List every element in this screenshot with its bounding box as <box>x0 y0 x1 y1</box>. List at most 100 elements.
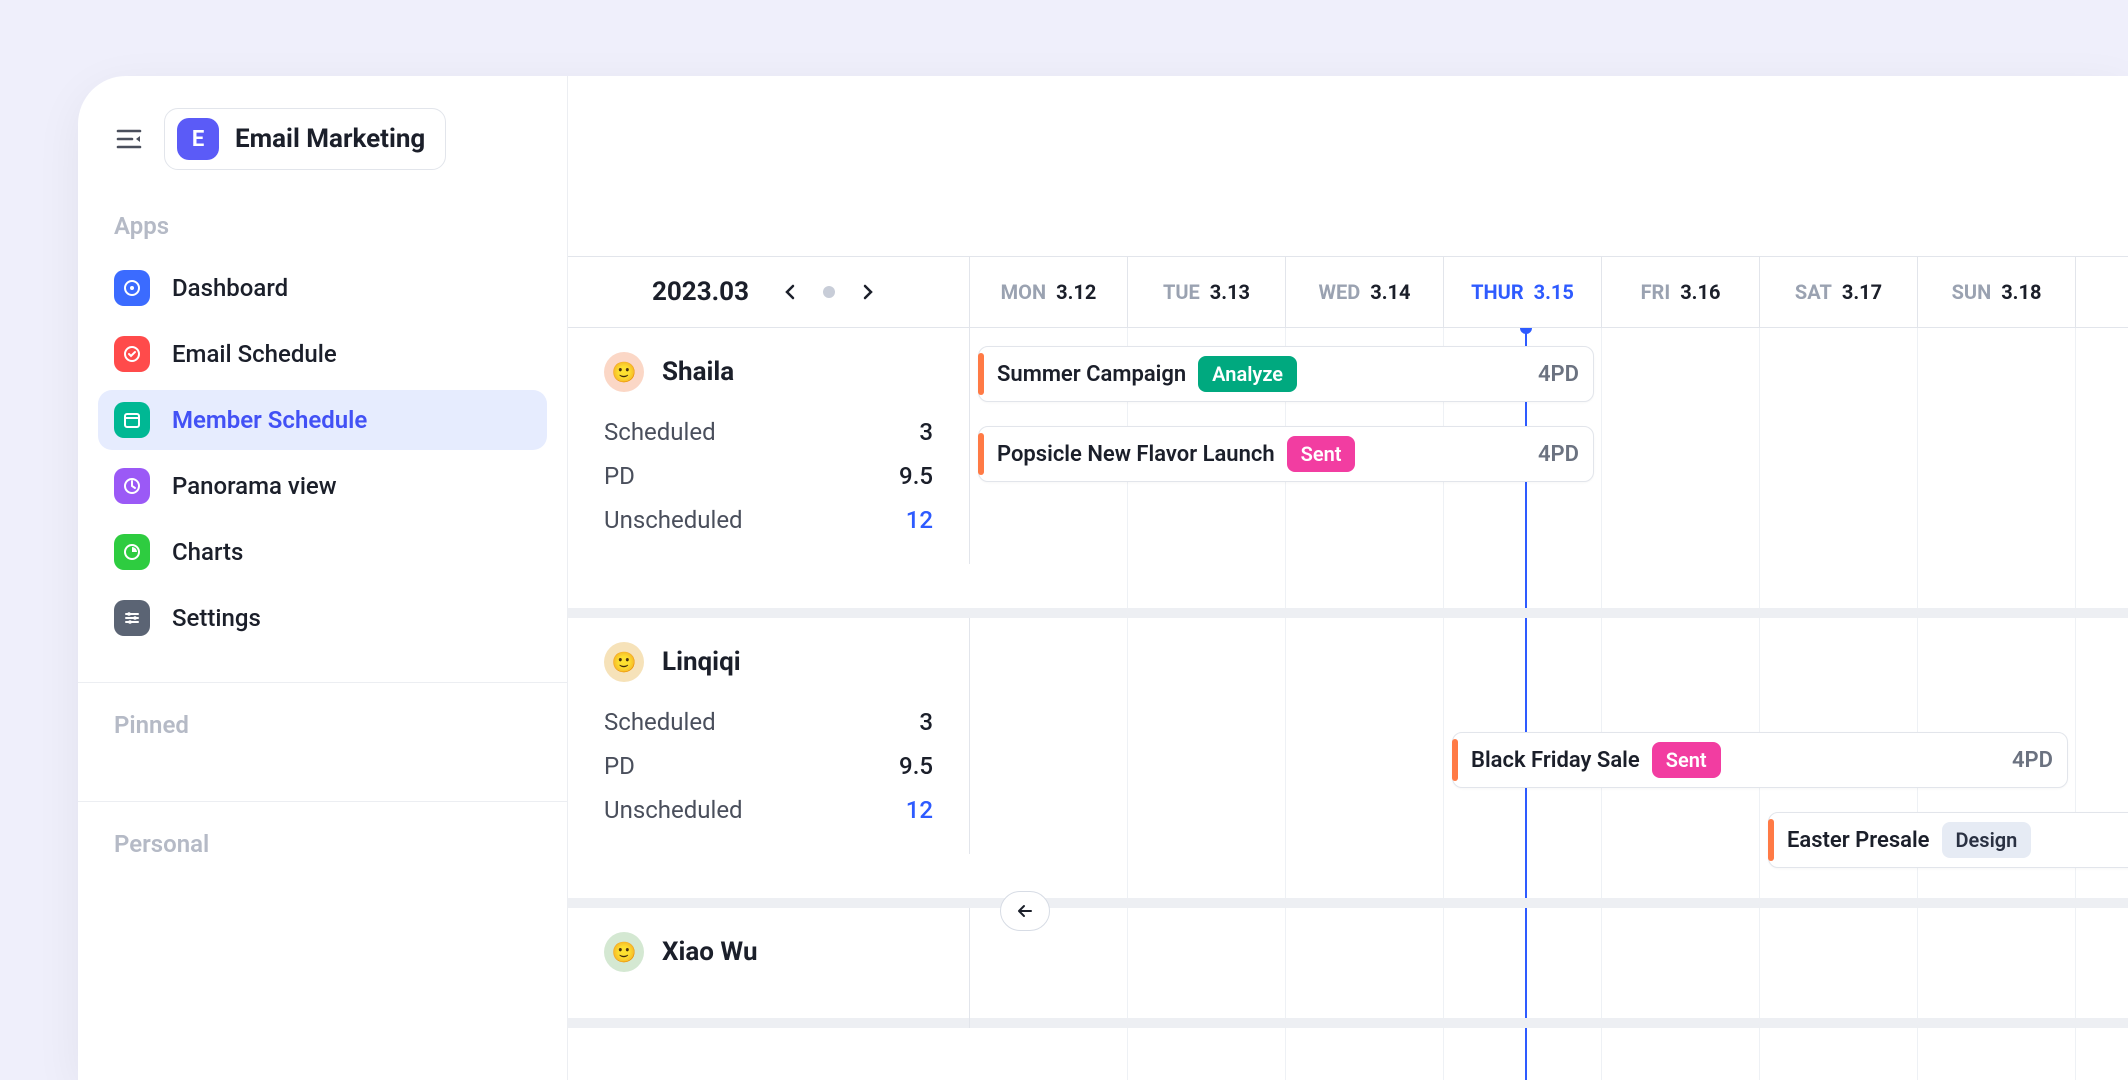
stat-row: Scheduled 3 <box>604 708 933 736</box>
sidebar-item-dashboard[interactable]: Dashboard <box>98 258 547 318</box>
day-weekday: TUE <box>1163 280 1200 304</box>
task-bar[interactable]: Easter PresaleDesign <box>1768 812 2128 868</box>
main-content: 2023.03 MON 3.12 TUE 3.13 WED 3.14 THUR 3.15 FRI… <box>568 76 2128 1080</box>
stat-label: Scheduled <box>604 418 716 446</box>
day-column[interactable]: TUE 3.13 <box>1128 257 1286 327</box>
schedule-grid: 🙂ShailaScheduled3PD9.5Unscheduled12Summe… <box>568 328 2128 1080</box>
day-weekday: THUR <box>1471 280 1524 304</box>
day-column[interactable]: THUR 3.15 <box>1444 257 1602 327</box>
sidebar-item-charts[interactable]: Charts <box>98 522 547 582</box>
task-status-badge: Design <box>1942 822 2032 858</box>
stat-row: Unscheduled12 <box>604 796 933 824</box>
section-label-personal: Personal <box>78 830 567 876</box>
sidebar-item-member-schedule[interactable]: Member Schedule <box>98 390 547 450</box>
topbar <box>568 76 2128 256</box>
sidebar-item-label: Charts <box>172 538 243 566</box>
day-date: 3.18 <box>2001 280 2041 304</box>
workspace-selector[interactable]: E Email Marketing <box>164 108 446 170</box>
task-status-badge: Sent <box>1652 742 1721 778</box>
day-date: 3.13 <box>1210 280 1250 304</box>
compass-icon <box>114 468 150 504</box>
collapse-sidebar-icon[interactable] <box>114 124 144 154</box>
stat-row: PD 9.5 <box>604 752 933 780</box>
task-title: Black Friday Sale <box>1471 748 1640 773</box>
section-label-apps: Apps <box>78 212 567 258</box>
avatar: 🙂 <box>604 642 644 682</box>
sliders-icon <box>114 600 150 636</box>
stat-row: PD 9.5 <box>604 462 933 490</box>
stat-value: 9.5 <box>899 462 933 490</box>
sidebar-item-label: Email Schedule <box>172 340 337 368</box>
stat-row: Scheduled 3 <box>604 418 933 446</box>
day-column[interactable]: SUN 3.18 <box>1918 257 2076 327</box>
day-date: 3.12 <box>1056 280 1096 304</box>
sidebar-item-label: Panorama view <box>172 472 337 500</box>
sidebar-item-panorama[interactable]: Panorama view <box>98 456 547 516</box>
stat-row: Unscheduled 12 <box>604 506 933 534</box>
day-column[interactable]: MON 3.12 <box>970 257 1128 327</box>
section-label-pinned: Pinned <box>78 711 567 757</box>
day-weekday: SUN <box>1952 280 1992 304</box>
task-effort: 4PD <box>2012 748 2053 773</box>
avatar: 🙂 <box>604 352 644 392</box>
task-lane: Black Friday Sale Sent 4PD Easter PresaleDe… <box>970 636 2128 898</box>
day-weekday: SAT <box>1795 280 1832 304</box>
stat-label: PD <box>604 462 635 490</box>
avatar: 🙂 <box>604 932 644 972</box>
stat-value: 9.5 <box>899 752 933 780</box>
clock-check-icon <box>114 336 150 372</box>
member-name: Xiao Wu <box>662 937 758 967</box>
stat-label: PD <box>604 752 635 780</box>
task-title: Popsicle New Flavor Launch <box>997 442 1275 467</box>
date-control: 2023.03 <box>568 257 970 327</box>
member-name: Linqiqi <box>662 647 741 677</box>
period-label: 2023.03 <box>652 277 749 307</box>
sidebar-item-email-schedule[interactable]: Email Schedule <box>98 324 547 384</box>
day-column[interactable]: FRI3.16 <box>1602 257 1760 327</box>
stat-label: Scheduled <box>604 708 716 736</box>
task-status-badge: Sent <box>1287 436 1356 472</box>
task-bar[interactable]: Summer Campaign Analyze 4PD <box>978 346 1594 402</box>
task-title: Summer Campaign <box>997 362 1186 387</box>
task-bar[interactable]: Black Friday Sale Sent 4PD <box>1452 732 2068 788</box>
member-info: 🙂 Shaila Scheduled 3 PD 9.5 Unscheduled 12 <box>568 328 970 564</box>
calendar-icon <box>114 402 150 438</box>
workspace-name: Email Marketing <box>235 124 425 154</box>
task-effort: 4PD <box>1538 442 1579 467</box>
day-weekday: MON <box>1001 280 1046 304</box>
chart-icon <box>114 534 150 570</box>
sidebar-item-label: Member Schedule <box>172 406 367 434</box>
member-info: 🙂 Xiao Wu <box>568 908 970 1028</box>
next-period-button[interactable] <box>851 275 885 309</box>
today-button[interactable] <box>823 286 835 298</box>
task-status-badge: Analyze <box>1198 356 1297 392</box>
stat-link[interactable]: 12 <box>906 506 933 534</box>
day-column[interactable]: WED 3.14 <box>1286 257 1444 327</box>
stat-label: Unscheduled <box>604 506 743 534</box>
member-row: 🙂 Shaila Scheduled 3 PD 9.5 Unscheduled 12 Summe… <box>568 328 2128 618</box>
timeline-header: 2023.03 MON 3.12 TUE 3.13 WED 3.14 THUR 3.15 FRI… <box>568 256 2128 328</box>
sidebar-item-label: Dashboard <box>172 274 288 302</box>
day-date: 3.14 <box>1370 280 1410 304</box>
dashboard-icon <box>114 270 150 306</box>
day-column[interactable]: SAT 3.17 <box>1760 257 1918 327</box>
sidebar-item-settings[interactable]: Settings <box>98 588 547 648</box>
day-date: 3.17 <box>1842 280 1882 304</box>
task-effort: 4PD <box>1538 362 1579 387</box>
sidebar-item-label: Settings <box>172 604 261 632</box>
member-name: Shaila <box>662 357 734 387</box>
sidebar: E Email Marketing Apps Dashboard Email S… <box>78 76 568 1080</box>
divider <box>78 801 567 802</box>
day-weekday: FRI <box>1641 280 1671 304</box>
day-weekday: WED <box>1319 280 1361 304</box>
stat-value: 3 <box>919 418 933 446</box>
prev-period-button[interactable] <box>773 275 807 309</box>
workspace-badge: E <box>177 118 219 160</box>
day-date: 3.15 <box>1534 280 1574 304</box>
stat-value: 3 <box>919 708 933 736</box>
divider <box>78 682 567 683</box>
stat-link[interactable]: 12 <box>906 796 933 824</box>
member-info: 🙂 Linqiqi Scheduled 3 PD 9.5 Unscheduled12 <box>568 618 970 854</box>
app-window: E Email Marketing Apps Dashboard Email S… <box>78 76 2128 1080</box>
task-bar[interactable]: Popsicle New Flavor Launch Sent 4PD <box>978 426 1594 482</box>
